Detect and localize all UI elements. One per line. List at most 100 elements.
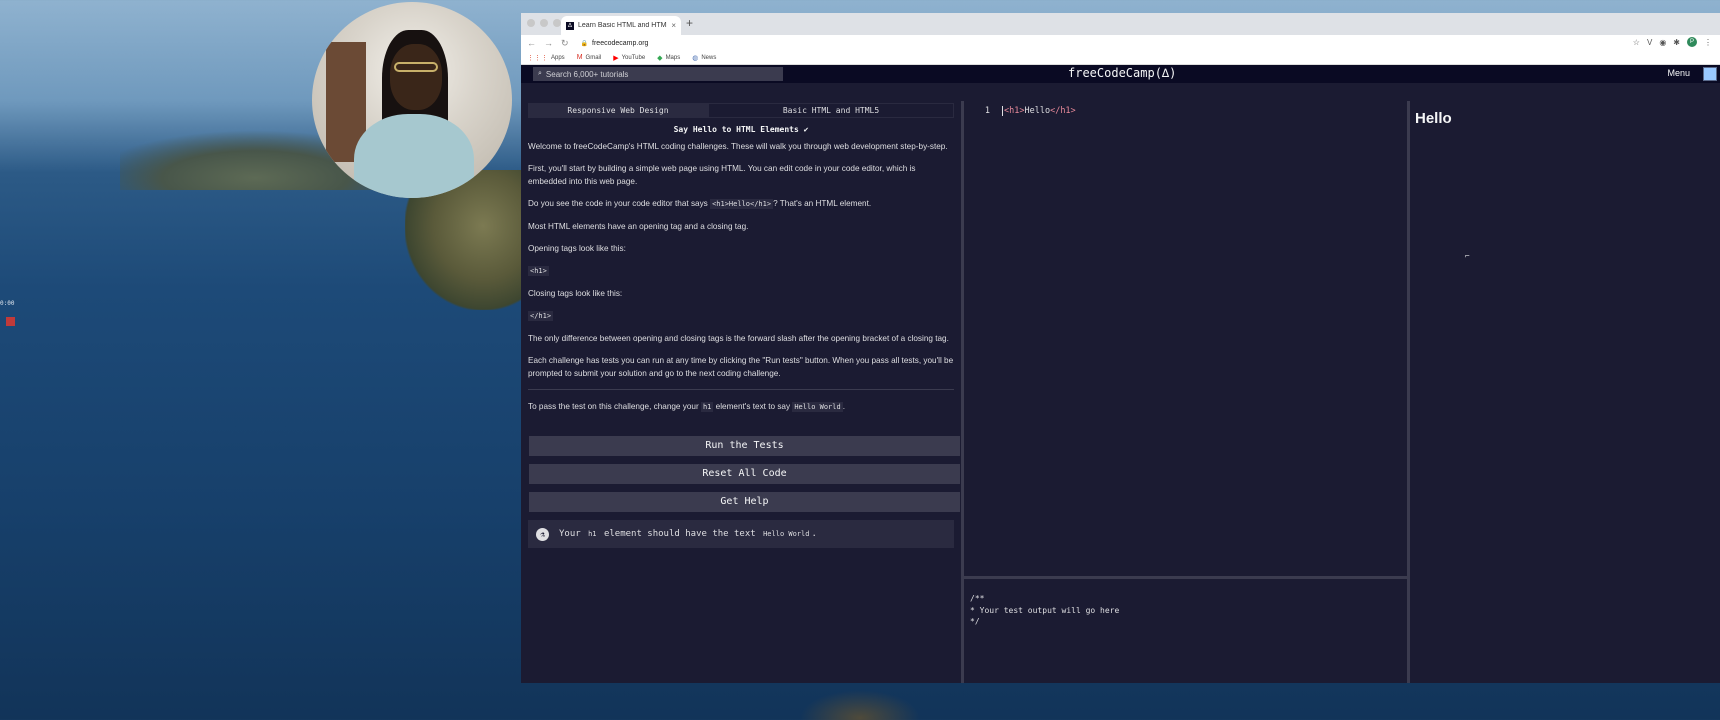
reload-icon[interactable]: ↻ xyxy=(561,38,569,49)
inline-code: h1 xyxy=(700,402,714,412)
address-bar[interactable]: 🔒 freecodecamp.org xyxy=(581,40,649,47)
instructions-pane[interactable]: Responsive Web Design Basic HTML and HTM… xyxy=(521,101,964,683)
paragraph-text: ? That's an HTML element. xyxy=(773,199,872,208)
description-paragraph: Closing tags look like this: xyxy=(528,289,623,298)
search-icon: ⌕ xyxy=(538,70,542,77)
forward-icon[interactable]: → xyxy=(544,38,553,48)
description-paragraph: Opening tags look like this: xyxy=(528,244,626,253)
maximize-window-button[interactable] xyxy=(553,19,561,27)
description-paragraph: Most HTML elements have an opening tag a… xyxy=(528,222,749,231)
webcam-person-glasses xyxy=(394,62,438,72)
description-paragraph: Welcome to freeCodeCamp's HTML coding ch… xyxy=(528,142,948,151)
code-close-tag: </h1> xyxy=(1050,106,1076,116)
divider xyxy=(528,389,954,390)
inline-code: h1 xyxy=(586,529,599,539)
description-paragraph: </h1> xyxy=(528,309,954,323)
description-paragraph: First, you'll start by building a simple… xyxy=(528,162,954,188)
news-icon: ◍ xyxy=(692,54,699,62)
breadcrumb-block[interactable]: Basic HTML and HTML5 xyxy=(708,103,954,118)
desktop-rock xyxy=(800,690,920,720)
reset-code-button[interactable]: Reset All Code xyxy=(529,464,960,484)
get-help-button[interactable]: Get Help xyxy=(529,492,960,512)
back-icon[interactable]: ← xyxy=(527,38,536,48)
code-text[interactable]: <h1>Hello</h1> xyxy=(1002,106,1076,116)
inline-code: Hello World xyxy=(792,402,843,412)
profile-avatar[interactable]: P xyxy=(1687,37,1697,47)
extension-circle-icon[interactable]: ◉ xyxy=(1659,38,1666,47)
gmail-icon: M xyxy=(576,54,583,61)
line-number: 1 xyxy=(984,106,990,116)
browser-menu-icon[interactable]: ⋮ xyxy=(1704,38,1712,47)
test-item: ⚗ Your h1 element should have the text H… xyxy=(528,520,954,548)
challenge-instructions: To pass the test on this challenge, chan… xyxy=(528,400,954,414)
mouse-cursor-icon: ⌐ xyxy=(1465,251,1470,260)
editor-pane: 1 <h1>Hello</h1> /** * Your test output … xyxy=(964,101,1410,683)
bookmark-label: YouTube xyxy=(621,54,646,61)
inline-code: </h1> xyxy=(528,311,554,321)
fcc-navbar: ⌕ freeCodeCamp(∆) Menu xyxy=(521,65,1720,83)
tab-title: Learn Basic HTML and HTML5 xyxy=(578,22,668,29)
editor-line[interactable]: 1 <h1>Hello</h1> xyxy=(964,105,1407,117)
challenge-workspace: Responsive Web Design Basic HTML and HTM… xyxy=(521,101,1720,683)
browser-tab[interactable]: ∆ Learn Basic HTML and HTML5 × xyxy=(561,16,681,35)
paragraph-text: First, you'll start by building a simple… xyxy=(528,164,916,186)
close-window-button[interactable] xyxy=(527,19,535,27)
extension-v-icon[interactable]: V xyxy=(1647,38,1652,47)
breadcrumb: Responsive Web Design Basic HTML and HTM… xyxy=(528,103,954,118)
paragraph-text: element's text to say xyxy=(713,402,793,411)
description-paragraph: <h1> xyxy=(528,264,954,278)
test-flask-icon: ⚗ xyxy=(536,527,549,541)
extensions-puzzle-icon[interactable]: ✱ xyxy=(1673,38,1680,47)
bookmark-maps[interactable]: ◆ Maps xyxy=(657,54,680,62)
challenge-title: Say Hello to HTML Elements ✔ xyxy=(673,125,809,134)
code-content: Hello xyxy=(1024,106,1051,116)
inline-code: <h1>Hello</h1> xyxy=(710,199,774,209)
menu-button[interactable]: Menu xyxy=(1667,68,1690,78)
close-tab-icon[interactable]: × xyxy=(671,21,676,30)
challenge-description: Welcome to freeCodeCamp's HTML coding ch… xyxy=(528,140,954,414)
user-avatar[interactable] xyxy=(1703,67,1717,81)
webcam-person-head xyxy=(390,44,442,110)
description-paragraph: The only difference between opening and … xyxy=(528,334,949,343)
lock-icon: 🔒 xyxy=(580,40,589,47)
screen-recorder-widget: 0:00 xyxy=(0,300,20,326)
bookmarks-bar: ⋮⋮⋮ Apps M Gmail ▶ YouTube ◆ Maps ◍ News xyxy=(521,51,1720,65)
bookmark-news[interactable]: ◍ News xyxy=(692,54,716,62)
minimize-window-button[interactable] xyxy=(540,19,548,27)
code-editor[interactable]: 1 <h1>Hello</h1> xyxy=(964,101,1407,573)
test-text-part: element should have the text xyxy=(598,529,762,539)
fcc-favicon-icon: ∆ xyxy=(566,21,574,30)
bookmark-apps[interactable]: ⋮⋮⋮ Apps xyxy=(527,54,565,62)
paragraph-text: To pass the test on this challenge, chan… xyxy=(528,402,701,411)
webcam-overlay xyxy=(312,2,512,198)
test-text-part: Your xyxy=(559,529,587,539)
new-tab-button[interactable]: + xyxy=(686,16,693,30)
preview-pane: Hello ⌐ xyxy=(1410,101,1720,683)
bookmark-label: News xyxy=(701,54,717,61)
test-output-console: /** * Your test output will go here */ xyxy=(964,576,1407,683)
browser-toolbar: ← → ↻ 🔒 freecodecamp.org ☆ V ◉ ✱ P ⋮ xyxy=(521,35,1720,51)
paragraph-text: Do you see the code in your code editor … xyxy=(528,199,711,208)
webcam-person-body xyxy=(354,114,474,198)
toolbar-extensions: ☆ V ◉ ✱ P ⋮ xyxy=(1633,37,1712,47)
bookmark-star-icon[interactable]: ☆ xyxy=(1633,38,1640,47)
breadcrumb-superblock[interactable]: Responsive Web Design xyxy=(528,103,708,118)
recording-timer: 0:00 xyxy=(0,300,15,307)
stop-recording-button[interactable] xyxy=(6,317,15,326)
bookmark-gmail[interactable]: M Gmail xyxy=(577,54,602,61)
bookmark-label: Gmail xyxy=(585,54,602,61)
run-tests-button[interactable]: Run the Tests xyxy=(529,436,960,456)
inline-code: Hello World xyxy=(761,529,812,539)
search-bar[interactable]: ⌕ xyxy=(533,67,783,81)
maps-icon: ◆ xyxy=(657,54,663,62)
url-text: freecodecamp.org xyxy=(592,39,649,47)
browser-window: ∆ Learn Basic HTML and HTML5 × + ← → ↻ 🔒… xyxy=(521,13,1720,683)
fcc-logo[interactable]: freeCodeCamp(∆) xyxy=(1068,66,1176,80)
description-paragraph: Do you see the code in your code editor … xyxy=(528,197,954,211)
bookmark-label: Apps xyxy=(551,54,565,61)
preview-heading: Hello xyxy=(1415,110,1452,127)
description-paragraph: Each challenge has tests you can run at … xyxy=(528,356,954,378)
search-input[interactable] xyxy=(545,69,766,79)
apps-icon: ⋮⋮⋮ xyxy=(527,54,548,62)
bookmark-youtube[interactable]: ▶ YouTube xyxy=(613,54,645,62)
